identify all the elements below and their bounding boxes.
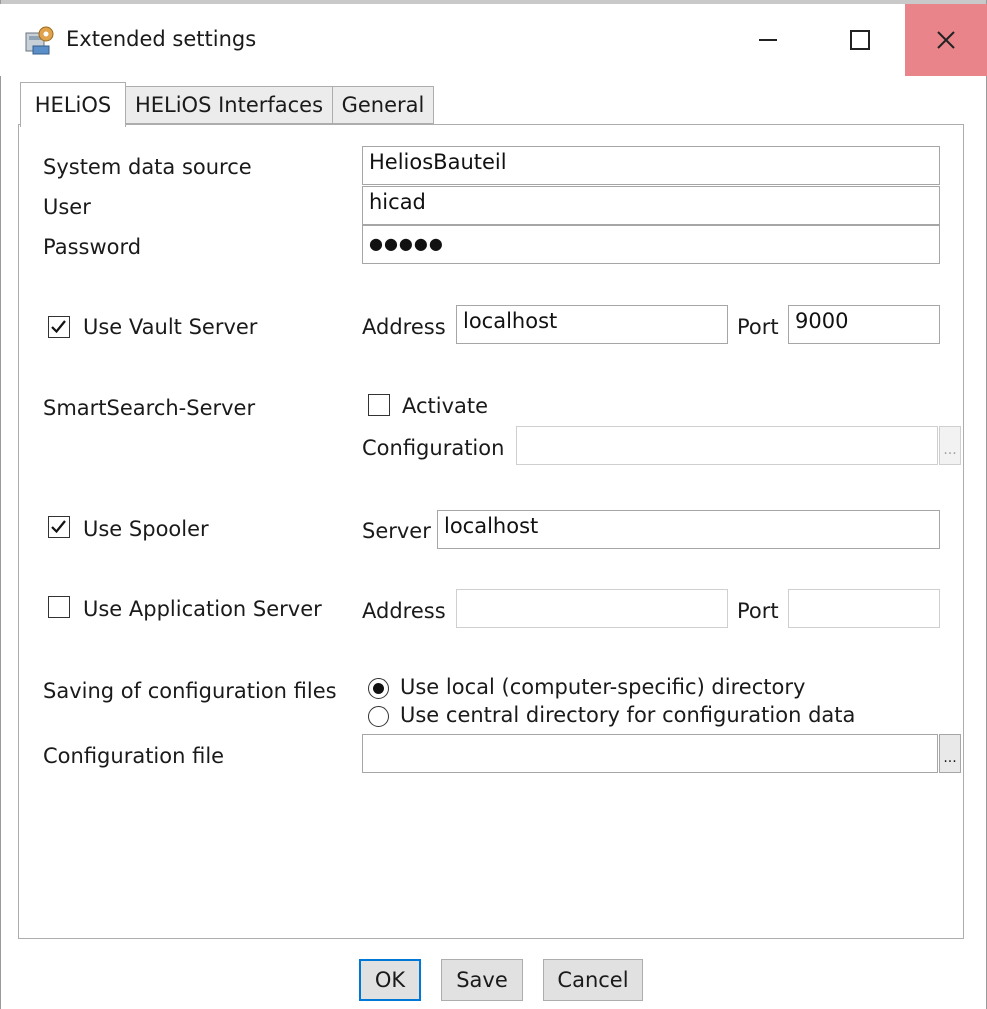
vault-address-field[interactable]: localhost [456,305,728,344]
configuration-file-label: Configuration file [43,744,225,768]
radio-central-directory-label: Use central directory for configuration … [400,703,856,727]
use-spooler-checkbox[interactable] [48,516,70,538]
system-data-source-label: System data source [43,155,252,179]
minimize-button[interactable] [722,4,814,76]
app-settings-icon [24,24,58,56]
checkmark-icon [51,320,66,334]
tab-general[interactable]: General [332,86,434,124]
cancel-button[interactable]: Cancel [543,959,643,1001]
maximize-icon [850,30,870,50]
config-saving-label: Saving of configuration files [43,679,337,703]
use-application-server-checkbox[interactable] [48,596,70,618]
user-field[interactable]: hicad [362,186,940,225]
use-vault-server-label: Use Vault Server [83,315,258,339]
radio-selected-dot [373,683,384,694]
smartsearch-activate-label: Activate [402,394,489,418]
smartsearch-configuration-label: Configuration [362,436,505,460]
save-button[interactable]: Save [441,959,523,1001]
maximize-button[interactable] [814,4,906,76]
app-server-address-label: Address [362,599,446,623]
smartsearch-configuration-field[interactable] [516,426,938,465]
minimize-icon [759,39,777,41]
vault-port-field[interactable]: 9000 [788,305,940,344]
window-title: Extended settings [66,27,257,51]
checkmark-icon [51,520,66,534]
smartsearch-server-label: SmartSearch-Server [43,396,256,420]
radio-local-directory-label: Use local (computer-specific) directory [400,675,806,699]
close-icon [937,31,955,49]
system-data-source-field[interactable]: HeliosBauteil [362,146,940,185]
user-label: User [43,195,91,219]
vault-address-label: Address [362,315,446,339]
app-server-address-field[interactable] [456,589,728,628]
close-button[interactable] [905,4,987,76]
vault-port-label: Port [737,315,779,339]
tab-helios-interfaces[interactable]: HELiOS Interfaces [125,86,333,124]
radio-local-directory[interactable] [368,678,389,699]
password-field[interactable]: ●●●●● [362,225,940,264]
use-spooler-label: Use Spooler [83,517,209,541]
app-server-port-field[interactable] [788,589,940,628]
radio-central-directory[interactable] [368,706,389,727]
spooler-server-label: Server [362,519,431,543]
smartsearch-browse-button[interactable]: ... [939,426,961,465]
spooler-server-field[interactable]: localhost [437,510,940,549]
ok-button[interactable]: OK [359,959,421,1001]
configuration-file-field[interactable] [362,734,938,773]
tab-helios[interactable]: HELiOS [20,82,126,127]
window-border-left [0,0,1,1009]
password-label: Password [43,235,142,259]
configuration-file-browse-button[interactable]: ... [939,734,961,773]
app-server-port-label: Port [737,599,779,623]
smartsearch-activate-checkbox[interactable] [368,394,390,416]
use-application-server-label: Use Application Server [83,597,322,621]
use-vault-server-checkbox[interactable] [48,316,70,338]
